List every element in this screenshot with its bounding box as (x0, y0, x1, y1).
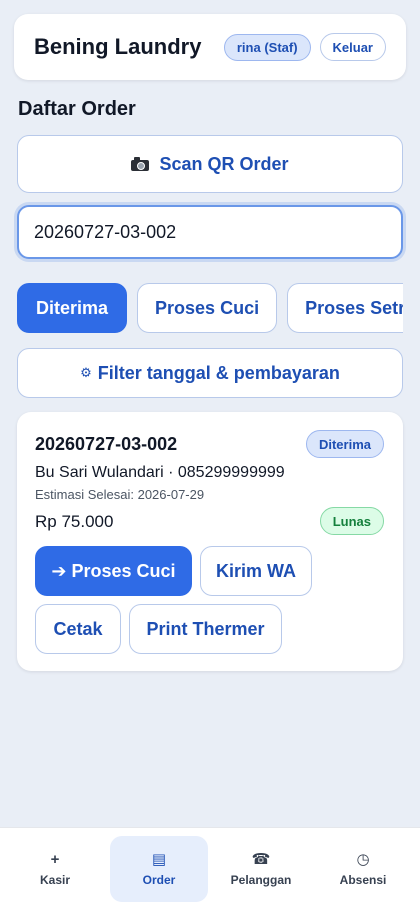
print-thermal-button[interactable]: Print Thermer (129, 604, 282, 654)
filter-button[interactable]: ⚙ Filter tanggal & pembayaran (17, 348, 403, 398)
bottom-nav: + Kasir ▤ Order ☎ Pelanggan ◷ Absensi (0, 827, 420, 909)
order-card: 20260727-03-002 Diterima Bu Sari Wulanda… (17, 412, 403, 671)
payment-status-badge: Lunas (319, 507, 384, 535)
nav-item-order[interactable]: ▤ Order (110, 836, 208, 902)
status-badge: Diterima (305, 430, 384, 458)
nav-item-absensi[interactable]: ◷ Absensi (314, 836, 412, 902)
filter-label: Filter tanggal & pembayaran (97, 362, 340, 383)
estimate-date: Estimasi Selesai: 2026-07-29 (35, 487, 205, 502)
phone-icon: ☎ (251, 850, 271, 868)
page-title: Daftar Order (18, 98, 136, 120)
nav-label: Pelanggan (230, 872, 292, 887)
scan-qr-button[interactable]: Scan QR Order (17, 135, 403, 193)
nav-label: Absensi (339, 872, 387, 887)
list-icon: ▤ (151, 850, 167, 868)
user-badge: rina (Staf) (223, 33, 311, 61)
send-wa-button[interactable]: Kirim WA (200, 546, 312, 596)
customer-info: Bu Sari Wulandari · 085299999999 (35, 464, 285, 481)
app-header: Bening Laundry rina (Staf) Keluar (14, 14, 406, 80)
app-title: Bening Laundry (34, 34, 202, 59)
scan-qr-label: Scan QR Order (159, 153, 289, 174)
nav-label: Kasir (39, 872, 71, 887)
logout-button[interactable]: Keluar (319, 33, 386, 61)
tab-proses-cuci[interactable]: Proses Cuci (137, 283, 278, 333)
gear-icon: ⚙ (80, 365, 92, 380)
camera-icon (131, 157, 150, 171)
nav-item-pelanggan[interactable]: ☎ Pelanggan (212, 836, 310, 902)
process-wash-button[interactable]: ➔ Proses Cuci (35, 546, 192, 596)
nav-label: Order (142, 872, 176, 887)
plus-icon: + (50, 850, 60, 868)
status-tabs: Diterima Proses Cuci Proses Setrika (17, 283, 403, 333)
nav-item-kasir[interactable]: + Kasir (6, 836, 104, 902)
tab-diterima[interactable]: Diterima (17, 283, 128, 333)
order-number: 20260727-03-002 (35, 434, 178, 454)
clock-icon: ◷ (356, 850, 370, 868)
order-search-input[interactable] (17, 205, 403, 259)
order-price: Rp 75.000 (35, 512, 114, 531)
tab-proses-setrika[interactable]: Proses Setrika (287, 283, 403, 333)
print-button[interactable]: Cetak (35, 604, 121, 654)
